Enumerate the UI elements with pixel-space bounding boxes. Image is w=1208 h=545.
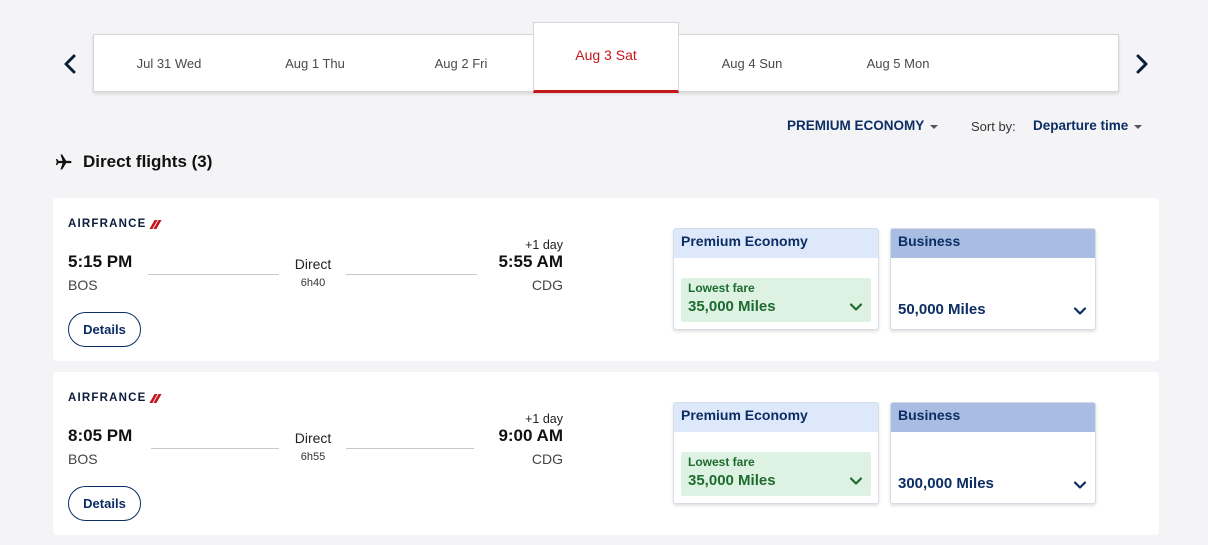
flight-duration: 6h55 [300,451,326,463]
route-line [148,274,279,275]
airline-logo: AIRFRANCE [68,218,159,230]
fare-miles: 300,000 Miles [898,475,994,492]
airline-logo-text: AIRFRANCE [68,218,147,230]
caret-down-icon [1134,124,1143,129]
lowest-fare-label: Lowest fare [688,281,755,295]
arrival-airport: CDG [531,451,563,467]
fare-miles: 35,000 Miles [688,298,776,315]
airplane-icon [55,154,72,170]
flight-card: AIRFRANCE 5:15 PM BOS Direct 6h40 +1 day… [53,198,1159,361]
fare-cabin-title: Business [891,403,1095,432]
details-button[interactable]: Details [68,486,141,521]
day-offset: +1 day [525,412,563,426]
date-tab-aug-4[interactable]: Aug 4 Sun [679,35,825,91]
chevron-down-icon [849,303,863,311]
lowest-fare-label: Lowest fare [688,455,755,469]
sort-by-value: Departure time [1033,118,1129,133]
fare-miles: 35,000 Miles [688,472,776,489]
direct-flights-heading: Direct flights (3) [54,152,212,172]
date-strip: Jul 31 Wed Aug 1 Thu Aug 2 Fri Aug 3 Sat… [93,22,1119,93]
cabin-class-dropdown[interactable]: PREMIUM ECONOMY [787,118,939,133]
arrival-airport: CDG [531,277,563,293]
premium-economy-fare-option[interactable]: Premium Economy Lowest fare 35,000 Miles [673,228,879,330]
airline-logo-mark [149,394,159,403]
business-fare-option[interactable]: Business 50,000 Miles [890,228,1096,330]
route-line [346,448,474,449]
chevron-left-icon [64,54,76,74]
next-dates-button[interactable] [1129,52,1153,76]
chevron-down-icon [849,477,863,485]
date-tab-aug-2[interactable]: Aug 2 Fri [388,35,534,91]
departure-airport: BOS [68,277,98,293]
fare-cabin-title: Business [891,229,1095,258]
arrival-time: 5:55 AM [498,252,563,271]
route-line [346,274,477,275]
date-tab-aug-1[interactable]: Aug 1 Thu [242,35,388,91]
chevron-right-icon [1136,54,1148,74]
stops-label: Direct [294,430,332,446]
fare-cabin-title: Premium Economy [674,403,878,432]
flight-card: AIRFRANCE 8:05 PM BOS Direct 6h55 +1 day… [53,372,1159,535]
lowest-fare-badge: Lowest fare 35,000 Miles [681,452,871,496]
airline-logo-mark [149,220,159,229]
premium-economy-fare-option[interactable]: Premium Economy Lowest fare 35,000 Miles [673,402,879,504]
departure-airport: BOS [68,451,98,467]
date-tab-jul-31[interactable]: Jul 31 Wed [96,35,242,91]
chevron-down-icon [1073,481,1087,489]
day-offset: +1 day [525,238,563,252]
fare-cabin-title: Premium Economy [674,229,878,258]
chevron-down-icon [1073,307,1087,315]
sort-by-label: Sort by: [971,119,1016,134]
business-fare-option[interactable]: Business 300,000 Miles [890,402,1096,504]
details-button[interactable]: Details [68,312,141,347]
airline-logo-text: AIRFRANCE [68,392,147,404]
caret-down-icon [930,124,939,129]
previous-dates-button[interactable] [59,52,83,76]
fare-miles: 50,000 Miles [898,301,986,318]
stops-label: Direct [294,256,332,272]
flight-duration: 6h40 [300,277,326,289]
lowest-fare-badge: Lowest fare 35,000 Miles [681,278,871,322]
date-tab-aug-5[interactable]: Aug 5 Mon [825,35,971,91]
section-title-text: Direct flights (3) [83,152,213,171]
route-line [151,448,279,449]
departure-time: 5:15 PM [68,252,133,271]
airline-logo: AIRFRANCE [68,392,159,404]
departure-time: 8:05 PM [68,426,133,445]
date-tab-aug-3-selected[interactable]: Aug 3 Sat [533,22,679,93]
cabin-class-value: PREMIUM ECONOMY [787,118,925,133]
arrival-time: 9:00 AM [498,426,563,445]
sort-by-dropdown[interactable]: Departure time [1033,118,1143,133]
